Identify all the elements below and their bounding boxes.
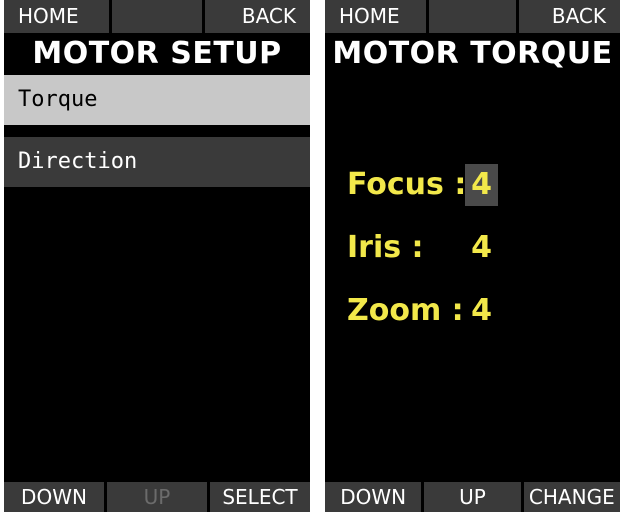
up-button[interactable]: UP [107,482,207,512]
back-button[interactable]: BACK [519,0,620,33]
top-middle-softkey [111,0,203,33]
menu-item-torque[interactable]: Torque [4,75,310,125]
motor-setup-screen: HOME BACK MOTOR SETUP Torque Direction D… [4,0,310,512]
top-softkey-bar: HOME BACK [325,0,620,33]
bottom-softkey-bar: DOWN UP SELECT [4,482,310,512]
motor-torque-screen: HOME BACK MOTOR TORQUE Focus : 4 Iris : … [325,0,620,512]
home-button[interactable]: HOME [4,0,109,33]
top-middle-softkey [429,0,516,33]
bottom-softkey-bar: DOWN UP CHANGE [325,482,620,512]
page-title: MOTOR SETUP [32,36,282,71]
change-button[interactable]: CHANGE [523,482,620,512]
top-softkey-bar: HOME BACK [4,0,310,33]
down-button[interactable]: DOWN [4,482,104,512]
back-button[interactable]: BACK [205,0,310,33]
focus-label: Focus : [347,167,467,202]
zoom-label: Zoom : [347,293,464,328]
page-title: MOTOR TORQUE [332,36,613,71]
select-button[interactable]: SELECT [210,482,310,512]
up-button[interactable]: UP [424,482,521,512]
iris-value[interactable]: 4 [465,227,498,269]
down-button[interactable]: DOWN [325,482,422,512]
iris-label: Iris : [347,230,424,265]
focus-value[interactable]: 4 [465,164,498,206]
home-button[interactable]: HOME [325,0,426,33]
zoom-value[interactable]: 4 [465,290,498,332]
menu-item-direction[interactable]: Direction [4,137,310,187]
